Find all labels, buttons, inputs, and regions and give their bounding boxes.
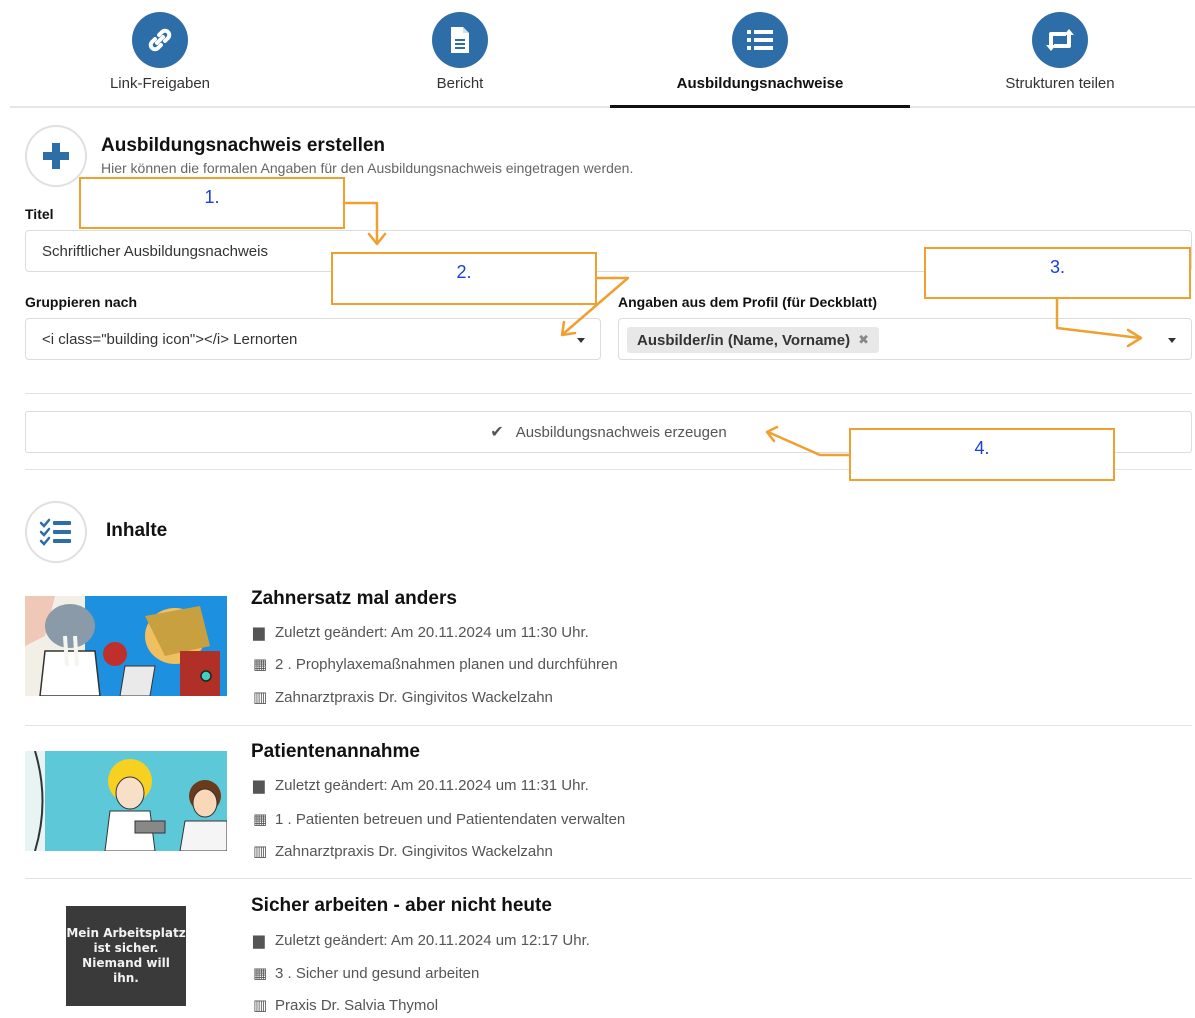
- contents-title: Inhalte: [106, 520, 168, 541]
- item-title[interactable]: Sicher arbeiten - aber nicht heute: [251, 895, 552, 917]
- building-icon: ▥: [253, 997, 268, 1014]
- divider: [25, 725, 1192, 726]
- item-place: ▥ Praxis Dr. Salvia Thymol: [253, 996, 439, 1015]
- item-changed: ▆ Zuletzt geändert: Am 20.11.2024 um 11:3…: [253, 776, 589, 795]
- item-title[interactable]: Zahnersatz mal anders: [251, 588, 457, 610]
- item-title[interactable]: Patientenannahme: [251, 741, 420, 763]
- divider: [25, 878, 1192, 879]
- list-item[interactable]: Zahnersatz mal anders ▆ Zuletzt geändert:…: [25, 588, 1192, 707]
- list-item[interactable]: Patientenannahme ▆ Zuletzt geändert: Am 2…: [25, 741, 1192, 861]
- item-changed: ▆ Zuletzt geändert: Am 20.11.2024 um 12:1…: [253, 931, 590, 950]
- list-item[interactable]: Mein Arbeitsplatz ist sicher. Niemand wi…: [25, 895, 1192, 1016]
- grid-icon: ▦: [253, 965, 268, 982]
- building-icon: ▥: [253, 689, 268, 706]
- grid-icon: ▦: [253, 656, 268, 673]
- item-field: ▦ 1 . Patienten betreuen und Patientendat…: [253, 810, 626, 829]
- item-changed: ▆ Zuletzt geändert: Am 20.11.2024 um 11:3…: [253, 623, 589, 642]
- item-place: ▥ Zahnarztpraxis Dr. Gingivitos Wackelzah…: [253, 688, 553, 707]
- calendar-icon: ▆: [253, 624, 265, 641]
- item-field: ▦ 2 . Prophylaxemaßnahmen planen und durc…: [253, 655, 618, 674]
- calendar-icon: ▆: [253, 932, 265, 949]
- item-place: ▥ Zahnarztpraxis Dr. Gingivitos Wackelzah…: [253, 842, 553, 861]
- thumbnail-image: [25, 751, 227, 851]
- calendar-icon: ▆: [253, 777, 265, 794]
- item-field: ▦ 3 . Sicher und gesund arbeiten: [253, 964, 480, 983]
- annotation-arrows: [343, 201, 1143, 457]
- checklist-icon: [25, 501, 87, 563]
- building-icon: ▥: [253, 843, 268, 860]
- thumbnail-image: Mein Arbeitsplatz ist sicher. Niemand wi…: [66, 906, 186, 1006]
- grid-icon: ▦: [253, 811, 268, 828]
- thumbnail-image: [25, 596, 227, 696]
